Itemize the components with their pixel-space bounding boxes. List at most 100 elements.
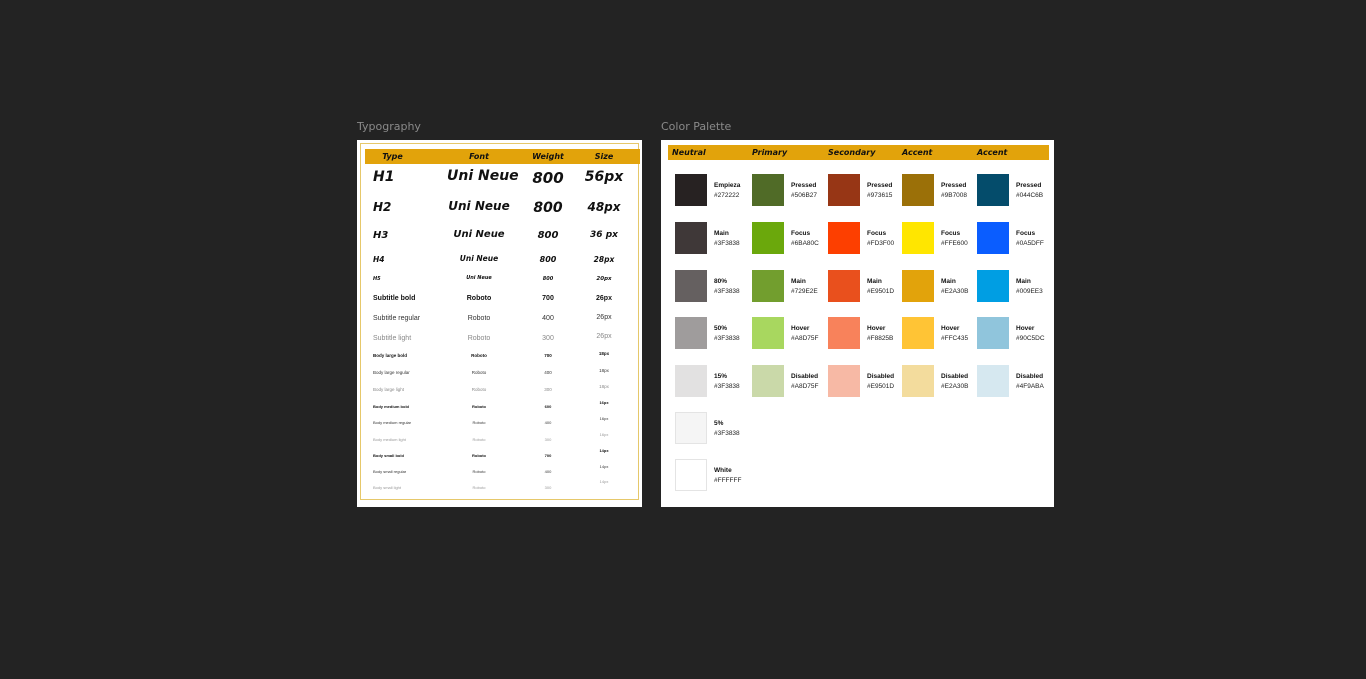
typography-frame-label[interactable]: Typography [357, 120, 421, 133]
color-swatch [902, 270, 934, 302]
swatch-hex: #3F3838 [714, 288, 740, 295]
color-swatch [828, 222, 860, 254]
weight-value: 300 [544, 485, 552, 490]
header-size: Size [594, 152, 614, 161]
size-value: 16px [599, 432, 609, 437]
type-name: Body large bold [373, 353, 408, 358]
size-value: 16px [599, 416, 609, 421]
type-name: Subtitle regular [373, 315, 421, 322]
swatch-label: Disabled [1016, 373, 1044, 380]
palette-artboard[interactable]: Neutral Primary Secondary Accent Accent … [661, 140, 1054, 507]
font-name: Uni Neue [453, 229, 505, 240]
weight-value: 300 [542, 335, 554, 342]
swatch-label: Main [714, 230, 729, 237]
swatch-hex: #9B7008 [941, 192, 968, 199]
type-name: Body large light [373, 387, 405, 392]
font-name: Roboto [472, 437, 486, 442]
swatch-hex: #A8D75F [791, 335, 819, 342]
weight-value: 400 [544, 370, 552, 375]
color-swatch [977, 270, 1009, 302]
header-accent-1: Accent [902, 148, 933, 157]
swatch-label: Pressed [867, 182, 893, 189]
weight-value: 800 [532, 169, 564, 187]
swatch-label: White [714, 467, 732, 474]
color-swatch [828, 365, 860, 397]
weight-value: 300 [544, 437, 552, 442]
swatch-hex: #0A5DFF [1016, 240, 1044, 247]
font-name: Roboto [467, 315, 491, 322]
color-swatch [752, 174, 784, 206]
header-secondary: Secondary [828, 148, 876, 157]
swatch-hex: #FFC435 [941, 335, 969, 342]
weight-value: 700 [544, 353, 552, 358]
type-name: Body small light [373, 485, 402, 490]
swatch-label: 50% [714, 325, 728, 332]
type-name: H2 [373, 200, 392, 214]
font-name: Roboto [471, 387, 487, 392]
weight-value: 700 [544, 453, 552, 458]
typography-artboard[interactable]: Type Font Weight Size H1 Uni Neue 800 56px H… [357, 140, 642, 507]
palette-header-row: Neutral Primary Secondary Accent Accent [668, 145, 1049, 160]
type-name: Body medium bold [373, 404, 409, 409]
size-value: 56px [584, 169, 624, 185]
swatch-label: Focus [1016, 230, 1036, 237]
swatch-label: 80% [714, 278, 728, 285]
size-value: 18px [599, 368, 609, 373]
weight-value: 800 [542, 276, 554, 282]
type-name: Body small regular [373, 469, 407, 474]
header-font: Font [469, 152, 489, 161]
swatch-hex: #4F9ABA [1016, 383, 1044, 390]
color-swatch [752, 317, 784, 349]
palette-frame-label[interactable]: Color Palette [661, 120, 731, 133]
swatch-hex: #FD3F00 [867, 240, 895, 247]
size-value: 20px [596, 276, 612, 282]
swatch-label: 15% [714, 373, 728, 380]
swatch-label: Main [941, 278, 956, 285]
size-value: 26px [596, 314, 612, 321]
color-swatch [675, 459, 707, 491]
swatch-label: Focus [941, 230, 961, 237]
header-primary: Primary [752, 148, 788, 157]
swatch-label: Empieza [714, 182, 741, 189]
font-name: Roboto [466, 295, 492, 302]
weight-value: 800 [539, 255, 557, 264]
color-swatch [902, 174, 934, 206]
color-swatch [675, 317, 707, 349]
color-swatch [902, 365, 934, 397]
type-name: Body medium regular [373, 420, 412, 425]
color-swatch [675, 412, 707, 444]
swatch-label: Main [867, 278, 882, 285]
typography-table: Type Font Weight Size H1 Uni Neue 800 56px H… [360, 143, 640, 500]
swatch-label: Disabled [791, 373, 819, 380]
color-swatch [752, 365, 784, 397]
type-name: Subtitle bold [373, 295, 416, 302]
weight-value: 800 [533, 200, 563, 216]
weight-value: 400 [544, 469, 552, 474]
swatch-hex: #3F3838 [714, 430, 740, 437]
swatch-hex: #729E2E [791, 288, 818, 295]
weight-value: 600 [544, 404, 552, 409]
swatch-label: Hover [791, 325, 810, 332]
color-swatch [828, 317, 860, 349]
size-value: 48px [587, 200, 621, 214]
font-name: Roboto [467, 335, 491, 342]
color-swatch [902, 317, 934, 349]
type-name: H5 [373, 276, 381, 282]
swatch-label: Hover [867, 325, 886, 332]
color-swatch [752, 222, 784, 254]
color-swatch [977, 174, 1009, 206]
size-value: 36 px [590, 230, 618, 240]
color-swatch [675, 174, 707, 206]
swatch-hex: #E9501D [867, 383, 895, 390]
swatch-hex: #3F3838 [714, 383, 740, 390]
header-neutral: Neutral [672, 148, 706, 157]
swatch-label: Disabled [867, 373, 895, 380]
font-name: Uni Neue [447, 168, 519, 184]
swatch-label: Pressed [791, 182, 817, 189]
weight-value: 800 [537, 230, 559, 241]
color-swatch [752, 270, 784, 302]
size-value: 14px [599, 479, 609, 484]
font-name: Roboto [472, 453, 486, 458]
swatch-hex: #FFFFFF [714, 477, 742, 484]
type-name: Body medium light [373, 437, 406, 442]
